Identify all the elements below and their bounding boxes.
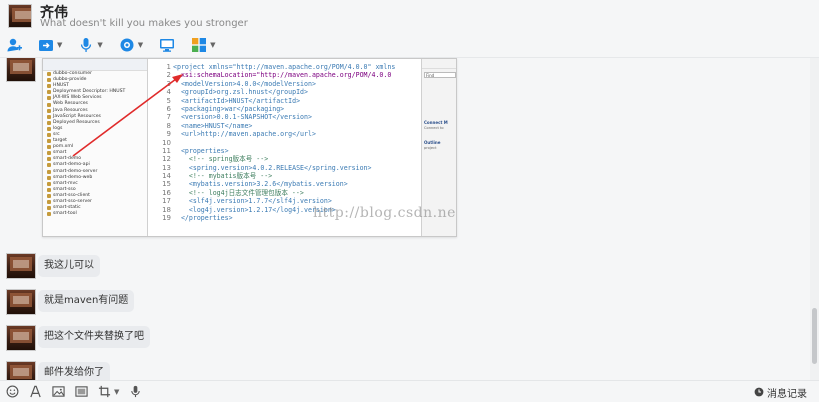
video-call-button[interactable]: ▼	[119, 36, 143, 54]
scrollbar-thumb[interactable]	[812, 308, 817, 364]
crop-icon	[98, 385, 111, 398]
video-call-icon	[120, 38, 134, 52]
apps-button[interactable]: ▼	[191, 36, 216, 54]
voice-call-icon	[81, 38, 92, 52]
message-history-label: 消息记录	[767, 388, 807, 400]
add-contact-icon	[7, 38, 22, 52]
chevron-down-icon: ▼	[97, 41, 103, 49]
chevron-down-icon: ▼	[210, 41, 216, 49]
shared-screenshot-image[interactable]: dubbo-consumer dubbo-provide HNUST Deployme…	[42, 58, 457, 237]
emoji-icon	[6, 385, 19, 398]
font-button[interactable]	[29, 385, 42, 398]
contact-avatar[interactable]	[8, 4, 32, 28]
chat-toolbar: ▼ ▼ ▼ ▼	[6, 36, 232, 54]
sender-avatar[interactable]	[6, 325, 36, 351]
remote-desktop-icon	[160, 39, 175, 52]
emoji-button[interactable]	[6, 385, 19, 398]
message-history-button[interactable]: 消息记录	[754, 381, 807, 402]
font-icon	[30, 385, 41, 398]
chat-window: 齐伟 What doesn't kill you makes you stron…	[0, 0, 819, 402]
sender-avatar[interactable]	[6, 361, 36, 380]
image-icon	[52, 386, 65, 397]
mic-button[interactable]	[129, 385, 142, 398]
sender-avatar[interactable]	[6, 58, 36, 82]
contact-signature: What doesn't kill you makes you stronger	[40, 18, 248, 29]
file-transfer-button[interactable]: ▼	[38, 36, 62, 54]
screenshot-button[interactable]	[75, 385, 88, 398]
message-bubble[interactable]: 就是maven有问题	[38, 290, 135, 312]
image-button[interactable]	[52, 385, 65, 398]
message-scrollbar[interactable]	[810, 58, 819, 380]
message-bubble[interactable]: 把这个文件夹替换了吧	[38, 326, 150, 348]
apps-icon	[192, 38, 207, 52]
message-bubble[interactable]: 邮件发给你了	[38, 362, 110, 380]
remote-desktop-button[interactable]	[159, 36, 175, 54]
file-transfer-icon	[39, 40, 53, 51]
clock-icon	[754, 387, 764, 397]
voice-call-button[interactable]: ▼	[78, 36, 103, 54]
sender-avatar[interactable]	[6, 289, 36, 315]
input-toolbar: ▼ 消息记录	[0, 380, 819, 402]
watermark-text: http://blog.csdn.net/u013067756	[313, 205, 456, 221]
screenshot-icon	[75, 386, 88, 397]
add-contact-button[interactable]	[6, 36, 22, 54]
crop-button[interactable]: ▼	[98, 385, 119, 398]
message-bubble[interactable]: 我这儿可以	[38, 255, 100, 277]
mic-icon	[131, 385, 141, 398]
message-list[interactable]: dubbo-consumer dubbo-provide HNUST Deployme…	[0, 58, 810, 380]
chevron-down-icon: ▼	[137, 41, 144, 49]
chevron-down-icon: ▼	[57, 41, 63, 49]
chat-header: 齐伟 What doesn't kill you makes you stron…	[0, 0, 819, 58]
sender-avatar[interactable]	[6, 253, 36, 279]
chevron-down-icon: ▼	[114, 387, 120, 396]
